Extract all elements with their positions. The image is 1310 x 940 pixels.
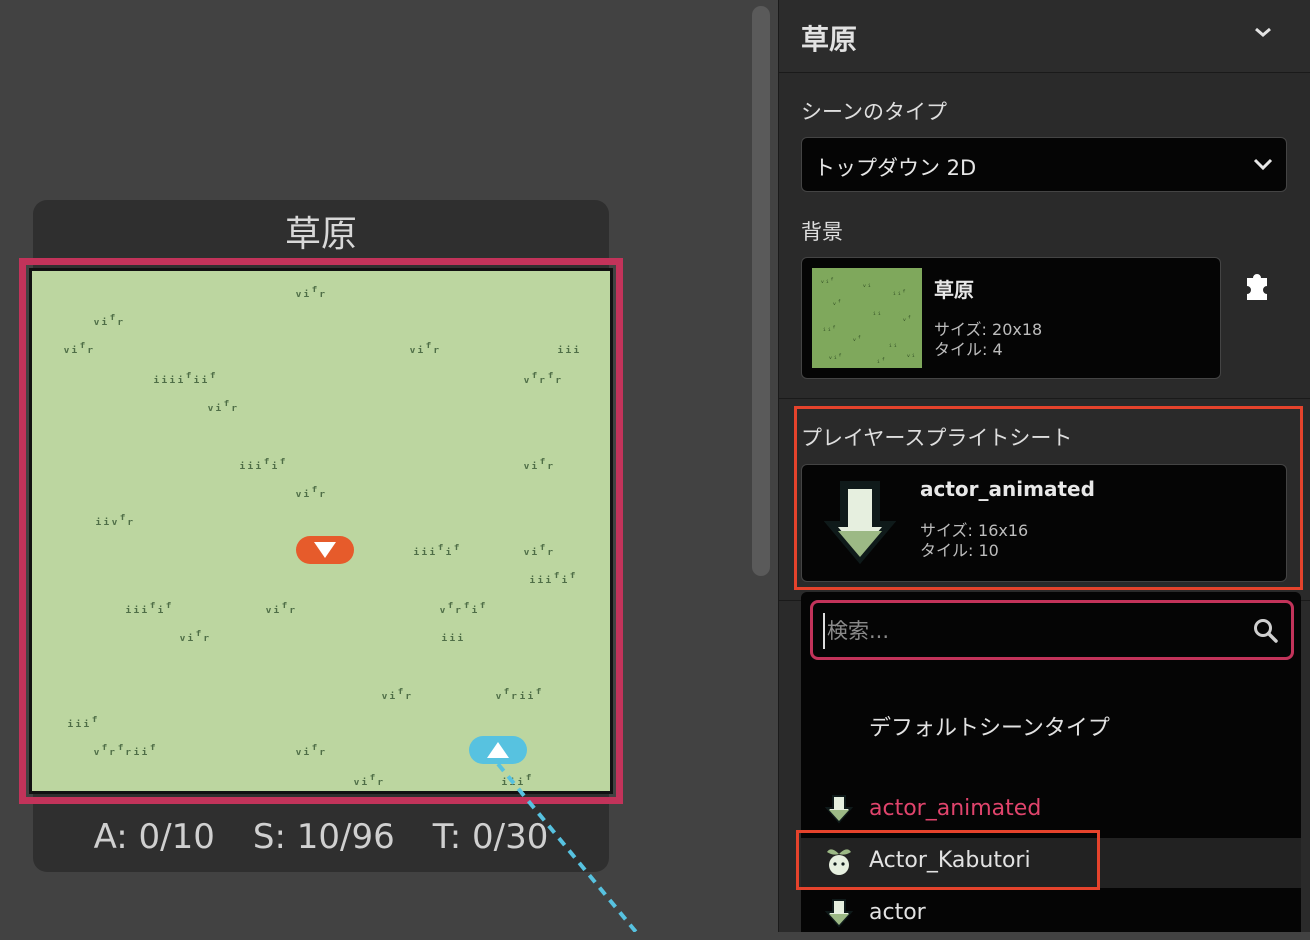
grass-tile: ᵥᶠᵣᶠᵣ xyxy=(522,369,563,387)
grass-tile: ᵥᵢᶠᵣ xyxy=(92,311,125,329)
search-input[interactable] xyxy=(823,613,1249,649)
grass-tile: ᵢᵢᵢ xyxy=(440,627,465,645)
scene-type-value: トップダウン 2D xyxy=(814,156,977,180)
grass-tile: ᵢᵢᵢᶠᵢᶠ xyxy=(412,541,461,559)
grass-tile: ᵢᵢᵢᶠᵢᶠ xyxy=(528,569,577,587)
up-triangle-icon xyxy=(487,742,509,758)
scene-exit-trigger[interactable] xyxy=(296,536,354,564)
option-actor-animated[interactable]: actor_animated xyxy=(801,786,1301,836)
grass-tile: ᵢᵢᵢᶠᵢᶠ xyxy=(238,455,287,473)
grass-tile: ᵢᵢᵢᶠ xyxy=(500,771,533,789)
option-label: デフォルトシーンタイプ xyxy=(869,716,1110,741)
background-thumbnail: ᵥᵢᶠ ᵥᵢ ᵢᵢᶠ ᵥᶠ ᵢᵢ ᵥᶠ ᵢᵢᶠ ᵥᶠ ᵢᵢ ᵥᵢᶠ ᵢᶠ ᵥᵢ xyxy=(812,268,922,368)
chevron-down-icon xyxy=(1253,158,1273,171)
scene-name[interactable]: 草原 xyxy=(801,18,857,58)
background-size-label: サイズ: xyxy=(934,320,987,339)
background-label: 背景 xyxy=(801,220,843,244)
grass-tile: ᵥᵢᶠᵣ xyxy=(408,339,441,357)
kabutori-annotation-box xyxy=(796,830,1100,890)
grass-tile: ᵥᶠᵣᵢᵢᶠ xyxy=(494,685,543,703)
grass-tile: ᵥᵢᶠᵣ xyxy=(522,541,555,559)
scene-stats: A: 0/10 S: 10/96 T: 0/30 xyxy=(33,806,609,868)
background-size: サイズ: 20x18 xyxy=(934,320,1042,340)
section-divider xyxy=(779,398,1310,399)
grass-tile: ᵢᵢᵥᶠᵣ xyxy=(94,511,135,529)
grass-tile: ᵥᵢᶠᵣ xyxy=(294,283,327,301)
background-size-value: 20x18 xyxy=(992,320,1043,339)
grass-tile: ᵢᵢᵢᶠᵢᶠ xyxy=(124,599,173,617)
grass-tile: ᵥᵢᶠᵣ xyxy=(206,397,239,415)
background-tiles-value: 4 xyxy=(992,340,1003,359)
grass-tile: ᵥᵢᶠᵣ xyxy=(380,685,413,703)
search-field[interactable] xyxy=(810,600,1294,660)
puzzle-piece-icon[interactable] xyxy=(1244,268,1270,300)
grass-tile: ᵥᶠᵣᶠᵣᵢᵢᶠ xyxy=(92,741,157,759)
grass-tile: ᵢᵢᵢᶠ xyxy=(66,713,99,731)
sprite-count: S: 10/96 xyxy=(252,817,395,857)
grass-tile: ᵥᵢᶠᵣ xyxy=(294,483,327,501)
grass-tile: ᵥᶠᵣᶠᵢᶠ xyxy=(438,599,487,617)
grass-tile: ᵥᵢᶠᵣ xyxy=(178,627,211,645)
grass-tile: ᵢᵢᵢᵢᶠᵢᵢᶠ xyxy=(152,369,217,387)
option-label: actor xyxy=(869,900,926,925)
background-tiles: タイル: 4 xyxy=(934,340,1003,360)
scene-title[interactable]: 草原 xyxy=(33,200,609,262)
grass-tile: ᵥᵢᶠᵣ xyxy=(522,455,555,473)
chevron-down-icon[interactable] xyxy=(1251,20,1275,44)
scene-entry-trigger[interactable] xyxy=(469,736,527,764)
trigger-count: T: 0/30 xyxy=(432,817,549,857)
grass-tile: ᵢᵢᵢ xyxy=(556,339,581,357)
player-sprite-annotation-box xyxy=(794,406,1303,590)
sidebar-header: 草原 xyxy=(779,0,1310,73)
canvas-scrollbar[interactable] xyxy=(752,6,770,576)
scene-type-label: シーンのタイプ xyxy=(801,100,947,124)
scene-type-select[interactable]: トップダウン 2D xyxy=(801,137,1287,192)
background-select[interactable]: ᵥᵢᶠ ᵥᵢ ᵢᵢᶠ ᵥᶠ ᵢᵢ ᵥᶠ ᵢᵢᶠ ᵥᶠ ᵢᵢ ᵥᵢᶠ ᵢᶠ ᵥᵢ 草原 サイズ… xyxy=(801,257,1221,379)
scene-properties-sidebar: 草原 シーンのタイプ トップダウン 2D 背景 ᵥᵢᶠ ᵥᵢ ᵢᵢᶠ ᵥᶠ ᵢᵢ ᵥᶠ… xyxy=(778,0,1310,932)
background-name: 草原 xyxy=(934,278,974,302)
background-tiles-label: タイル: xyxy=(934,340,988,359)
option-actor[interactable]: actor xyxy=(801,890,1301,940)
down-triangle-icon xyxy=(314,542,336,558)
grass-tile: ᵥᵢᶠᵣ xyxy=(294,741,327,759)
actor-count: A: 0/10 xyxy=(93,817,215,857)
grass-tile: ᵥᵢᶠᵣ xyxy=(62,339,95,357)
down-arrow-sprite-icon xyxy=(825,795,853,824)
down-arrow-sprite-icon xyxy=(825,899,853,928)
option-default-scene-type[interactable]: デフォルトシーンタイプ xyxy=(801,700,1301,750)
grass-tile: ᵥᵢᶠᵣ xyxy=(352,771,385,789)
scene-canvas[interactable]: ᵥᵢᶠᵣ ᵥᵢᶠᵣ ᵥᵢᶠᵣ ᵥᵢᶠᵣ ᵢᵢᵢ ᵢᵢᵢᵢᶠᵢᵢᶠ ᵥᶠᵣᶠᵣ ᵥ… xyxy=(29,268,613,794)
grass-tile: ᵥᵢᶠᵣ xyxy=(264,599,297,617)
option-label: actor_animated xyxy=(869,796,1042,821)
search-icon xyxy=(1254,619,1278,643)
